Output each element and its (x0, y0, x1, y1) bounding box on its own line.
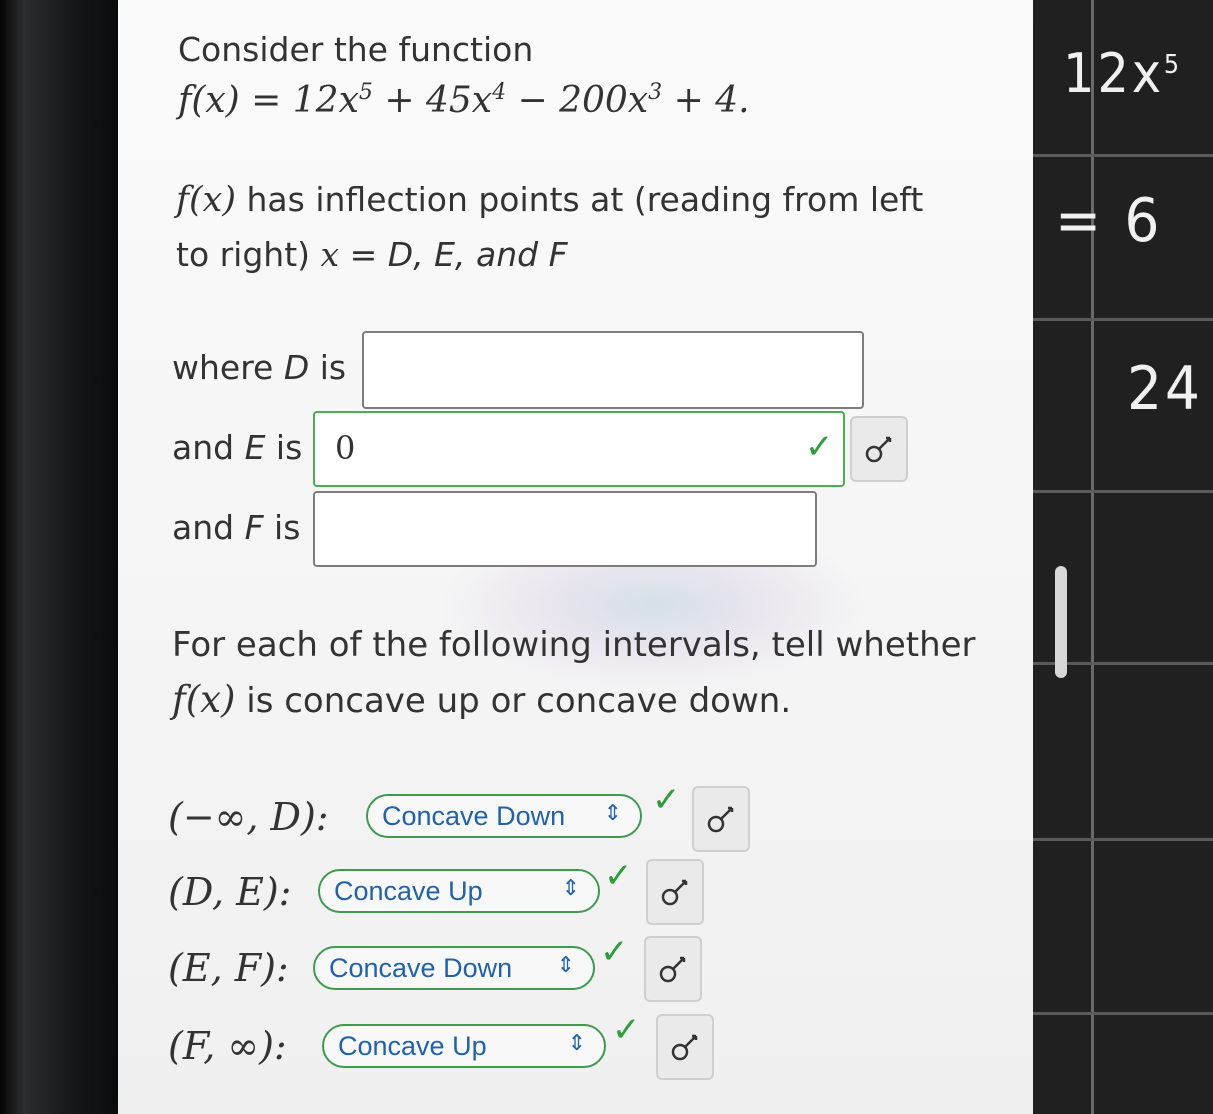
concavity-prompt-line1: For each of the following intervals, tel… (172, 625, 976, 665)
updown-chevron-icon: ⇕ (561, 876, 580, 901)
function-term-3: − 200x (506, 80, 649, 121)
screen-bezel-left (0, 0, 118, 1114)
key-icon (659, 956, 686, 983)
inflection-text-2: to right) (176, 235, 321, 274)
question-d-label: where D is (172, 348, 346, 387)
concavity-select-1[interactable]: Concave Down ⇕ (366, 794, 642, 838)
concavity-select-2[interactable]: Concave Up ⇕ (318, 869, 600, 913)
concavity-prompt-line2: f(x) is concave up or concave down. (172, 678, 791, 721)
x-variable: x (320, 235, 340, 274)
fx-symbol: f(x) (176, 180, 237, 220)
function-term-2: + 45x (372, 80, 493, 121)
key-icon-button-e[interactable] (850, 416, 908, 482)
inflection-vars: = D, E, and F (339, 235, 568, 274)
check-icon: ✓ (652, 780, 681, 820)
function-term-4: + 4. (662, 80, 750, 121)
handwritten-equals-6: = 6 (1055, 186, 1163, 256)
interval-label-4: (F, ∞): (168, 1024, 287, 1068)
select-value: Concave Up (334, 875, 483, 906)
label-prefix: and (172, 508, 245, 547)
exponent-5: 5 (358, 80, 373, 105)
key-icon-button-4[interactable] (656, 1014, 714, 1080)
interval-label-2: (D, E): (168, 870, 292, 914)
select-value: Concave Up (338, 1030, 487, 1061)
label-prefix: and (172, 428, 245, 467)
check-icon: ✓ (612, 1010, 641, 1050)
inflection-text: has inflection points at (reading from l… (236, 180, 924, 219)
handwriting-line1: 12x (1063, 42, 1164, 105)
key-icon-button-3[interactable] (644, 936, 702, 1002)
exponent-3: 3 (648, 80, 663, 105)
function-definition: f(x) = 12x5 + 45x4 − 200x3 + 4. (178, 80, 750, 121)
check-icon: ✓ (805, 427, 834, 467)
updown-chevron-icon: ⇕ (603, 801, 622, 826)
handwritten-24: 24 (1127, 354, 1203, 424)
notebook-grid-line (1033, 490, 1213, 493)
question-f-label: and F is (172, 508, 300, 547)
key-icon (707, 806, 734, 833)
stage: Consider the function f(x) = 12x5 + 45x4… (0, 0, 1213, 1114)
notebook-grid-line (1033, 1012, 1213, 1015)
notebook-paper: 12x5 = 6 24 (1033, 0, 1213, 1114)
answer-input-d[interactable] (362, 331, 864, 409)
interval-label-3: (E, F): (168, 946, 289, 990)
key-icon-button-2[interactable] (646, 859, 704, 925)
concavity-prompt-text: is concave up or concave down. (235, 681, 792, 721)
intro-text: Consider the function (178, 30, 534, 69)
exponent-4: 4 (492, 80, 507, 105)
answer-input-e[interactable]: 0 ✓ (313, 411, 845, 487)
inflection-description-line1: f(x) has inflection points at (reading f… (176, 180, 923, 220)
answer-input-f[interactable] (313, 491, 817, 567)
label-suffix: is (263, 508, 301, 547)
key-icon (661, 879, 688, 906)
label-prefix: where (172, 348, 284, 387)
interval-label-1: (−∞, D): (168, 795, 329, 839)
concavity-select-4[interactable]: Concave Up ⇕ (322, 1024, 606, 1068)
answer-value-e: 0 (335, 429, 356, 467)
updown-chevron-icon: ⇕ (556, 953, 575, 978)
notebook-grid-line (1033, 838, 1213, 841)
key-icon-button-1[interactable] (692, 786, 750, 852)
label-var: E (244, 428, 266, 467)
check-icon: ✓ (604, 856, 633, 896)
key-icon (865, 436, 892, 463)
key-icon (671, 1034, 698, 1061)
function-lhs: f(x) = 12x (178, 80, 359, 121)
handwriting-line1-sup: 5 (1163, 50, 1182, 80)
notebook-vertical-line (1091, 0, 1094, 1114)
handwritten-12x: 12x5 (1063, 42, 1182, 105)
label-suffix: is (265, 428, 303, 467)
notebook-grid-line (1033, 154, 1213, 157)
notebook-grid-line (1033, 318, 1213, 321)
label-var: F (244, 508, 264, 547)
updown-chevron-icon: ⇕ (567, 1031, 586, 1056)
check-icon: ✓ (600, 932, 629, 972)
question-e-label: and E is (172, 428, 302, 467)
inflection-description-line2: to right) x = D, E, and F (176, 235, 568, 274)
label-var: D (283, 348, 310, 387)
select-value: Concave Down (382, 800, 566, 831)
label-suffix: is (309, 348, 347, 387)
select-value: Concave Down (329, 952, 513, 983)
fx-symbol: f(x) (172, 678, 236, 721)
scrollbar-thumb[interactable] (1055, 566, 1067, 678)
concavity-select-3[interactable]: Concave Down ⇕ (313, 946, 595, 990)
